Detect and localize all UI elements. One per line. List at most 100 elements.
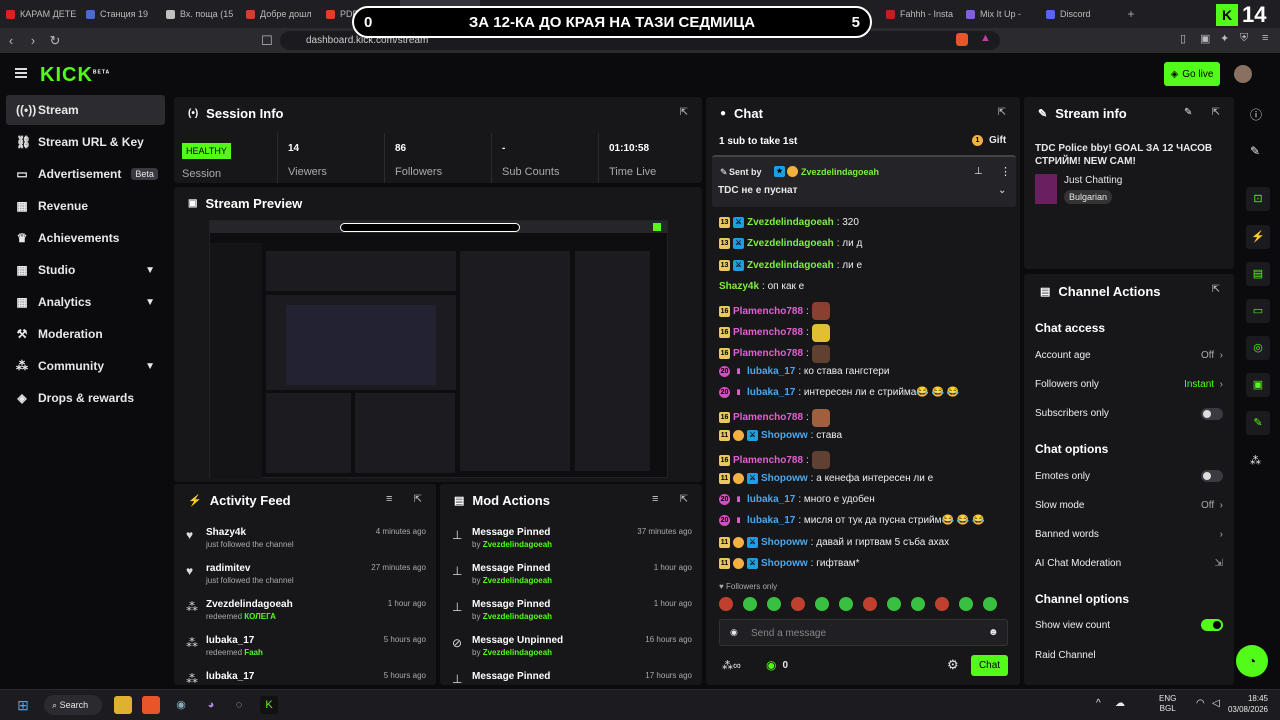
chat-username[interactable]: Shopoww — [761, 430, 808, 441]
list-item[interactable]: ⁂ lubaka_17 5 hours ago — [174, 668, 436, 685]
tray-expand-icon[interactable]: ^ — [1096, 698, 1101, 709]
chat-username[interactable]: Plamencho788 — [733, 455, 803, 466]
quick-emote-icon[interactable] — [719, 597, 733, 611]
list-item[interactable]: ♥ radimitev just followed the channel 27 m… — [174, 560, 436, 596]
list-item[interactable]: ⊘ Message Unpinned by Zvezdelindagoeah 16 h… — [440, 632, 702, 668]
popout-icon[interactable]: ⇱ — [1212, 284, 1220, 295]
chat-message[interactable]: 11 ⚔ Shopoww: давай и гиртвам 5 съба ахах — [719, 536, 949, 548]
chat-message[interactable]: 13 ⚔ Zvezdelindagoeah: ли е — [719, 259, 862, 271]
extensions-icon[interactable]: ✦ — [1220, 32, 1229, 45]
clock[interactable]: 18:45 03/08/2026 — [1224, 693, 1268, 715]
edit-icon[interactable]: ✎ — [1184, 107, 1192, 118]
info-icon[interactable]: ⓘ — [1250, 106, 1262, 123]
browser-tab[interactable]: Discord — [1040, 0, 1120, 28]
bookmark-icon[interactable]: ☐ — [256, 33, 278, 49]
chat-username[interactable]: Shopoww — [761, 558, 808, 569]
obs-icon[interactable]: ◌ — [230, 696, 248, 714]
browser-tab[interactable]: Станция 19 — [80, 0, 160, 28]
chat-input[interactable]: ◉ Send a message ☻ — [719, 619, 1008, 646]
rail-chat-icon[interactable]: ▭ — [1246, 299, 1270, 323]
popout-icon[interactable]: ⇱ — [680, 494, 688, 505]
quick-emote-icon[interactable] — [935, 597, 949, 611]
quick-emote-icon[interactable] — [959, 597, 973, 611]
rail-document-icon[interactable]: ▤ — [1246, 262, 1270, 286]
chat-settings-icon[interactable]: ⚙ — [947, 657, 959, 673]
go-live-button[interactable]: ◈ Go live — [1164, 62, 1220, 86]
chat-username[interactable]: Zvezdelindagoeah — [747, 238, 834, 249]
sidebar-toggle-icon[interactable]: ▯ — [1180, 32, 1186, 45]
chat-username[interactable]: lubaka_17 — [747, 515, 795, 526]
chat-message[interactable]: 16 Plamencho788: — [719, 344, 830, 363]
popout-icon[interactable]: ⇱ — [998, 107, 1006, 118]
sidebar-item-drops-rewards[interactable]: ◈ Drops & rewards — [6, 383, 165, 413]
onedrive-icon[interactable]: ☁ — [1115, 698, 1125, 709]
popout-icon[interactable]: ⇱ — [1212, 107, 1220, 118]
sidebar-item-community[interactable]: ⁂ Community ▼ — [6, 351, 165, 381]
steam-icon[interactable]: ◉ — [172, 696, 190, 714]
chat-message[interactable]: 11 ⚔ Shopoww: а кенефа интересен ли е — [719, 472, 933, 484]
emotes-only-toggle[interactable] — [1201, 470, 1223, 482]
sidebar-item-stream[interactable]: ((•)) Stream — [6, 95, 165, 125]
sidebar-item-achievements[interactable]: ♛ Achievements — [6, 223, 165, 253]
quick-emote-icon[interactable] — [863, 597, 877, 611]
filter-icon[interactable]: ≡ — [652, 493, 658, 505]
rewards-icon[interactable]: ▲ — [980, 32, 991, 44]
list-item[interactable]: ⊥ Message Pinned by Zvezdelindagoeah 1 hour… — [440, 560, 702, 596]
sidebar-item-advertisement[interactable]: ▭ Advertisement Beta — [6, 159, 165, 189]
subscribers-only-toggle[interactable] — [1201, 408, 1223, 420]
browser-tab[interactable]: КАРАМ ДЕТЕ — [0, 0, 80, 28]
popout-icon[interactable]: ⇱ — [680, 107, 688, 118]
channel-points-icon[interactable]: ⁂∞ — [722, 659, 741, 672]
chevron-down-icon[interactable]: ▼ — [145, 297, 155, 308]
chat-username[interactable]: Zvezdelindagoeah — [747, 217, 834, 228]
chat-message[interactable]: 16 Plamencho788: — [719, 408, 830, 427]
rail-tv-icon[interactable]: ▣ — [1246, 373, 1270, 397]
chat-message[interactable]: 20 ▮ lubaka_17: интересен ли е стрийма😂 😂 … — [719, 387, 959, 399]
chat-message[interactable]: 16 Plamencho788: — [719, 302, 830, 321]
brave-browser-icon[interactable] — [142, 696, 160, 714]
quick-emote-icon[interactable] — [791, 597, 805, 611]
chat-username[interactable]: Plamencho788 — [733, 412, 803, 423]
chat-username[interactable]: lubaka_17 — [747, 494, 795, 505]
chat-message[interactable]: 20 ▮ lubaka_17: много е удобен — [719, 493, 875, 505]
quick-emote-icon[interactable] — [983, 597, 997, 611]
sidebar-item-revenue[interactable]: ▦ Revenue — [6, 191, 165, 221]
browser-tab[interactable]: Вх. поща (15 — [160, 0, 240, 28]
chevron-down-icon[interactable]: ▼ — [145, 361, 155, 372]
discord-icon[interactable]: ◕ — [202, 696, 220, 714]
quick-emote-icon[interactable] — [815, 597, 829, 611]
chat-message[interactable]: 20 ▮ lubaka_17: ко става гангстери — [719, 366, 889, 378]
stream-preview-video[interactable] — [209, 220, 668, 479]
kick-app-icon[interactable]: K — [260, 696, 278, 714]
rail-wrench-icon[interactable]: ✎ — [1246, 411, 1270, 435]
chat-message[interactable]: 11 ⚔ Shopoww: става — [719, 430, 842, 441]
browser-tab[interactable]: Fahhh - Insta — [880, 0, 960, 28]
chat-username[interactable]: Plamencho788 — [733, 348, 803, 359]
chat-message[interactable]: 16 Plamencho788: — [719, 451, 830, 470]
chat-message[interactable]: 11 ⚔ Shopoww: гифтвам* — [719, 557, 860, 569]
chat-message[interactable]: Shazy4k: оп как е — [719, 281, 804, 292]
list-item[interactable]: ⁂ lubaka_17 redeemed Faah 5 hours ago — [174, 632, 436, 668]
rail-camera-icon[interactable]: ⊡ — [1246, 187, 1270, 211]
chat-username[interactable]: lubaka_17 — [747, 387, 795, 398]
show-view-count-toggle[interactable] — [1201, 619, 1223, 631]
file-explorer-icon[interactable] — [114, 696, 132, 714]
pinned-message[interactable]: ✎ Sent by ★ Zvezdelindagoeah ⊥ ⋮ TDC не … — [712, 155, 1016, 207]
quick-emote-icon[interactable] — [887, 597, 901, 611]
rail-more-icon[interactable]: ⁂ — [1250, 454, 1261, 467]
chat-message[interactable]: 13 ⚔ Zvezdelindagoeah: ли д — [719, 238, 862, 250]
quick-emote-icon[interactable] — [911, 597, 925, 611]
raid-channel-setting[interactable]: Raid Channel — [1035, 650, 1225, 661]
chat-send-button[interactable]: Chat — [971, 655, 1008, 676]
wifi-icon[interactable]: ◠ — [1196, 698, 1205, 709]
volume-icon[interactable]: ◁ — [1212, 698, 1220, 709]
quick-emote-icon[interactable] — [839, 597, 853, 611]
emoji-icon[interactable]: ☻ — [988, 627, 999, 638]
chevron-down-icon[interactable]: ⌄ — [998, 185, 1006, 196]
slow-mode-setting[interactable]: Slow mode Off › — [1035, 500, 1225, 511]
kick-logo[interactable]: KICKBETA — [40, 64, 110, 87]
menu-icon[interactable]: ≡ — [1262, 32, 1268, 44]
chat-username[interactable]: Plamencho788 — [733, 306, 803, 317]
quick-emote-icon[interactable] — [743, 597, 757, 611]
chat-message[interactable]: 20 ▮ lubaka_17: мисля от тук да пусна стри… — [719, 515, 984, 527]
